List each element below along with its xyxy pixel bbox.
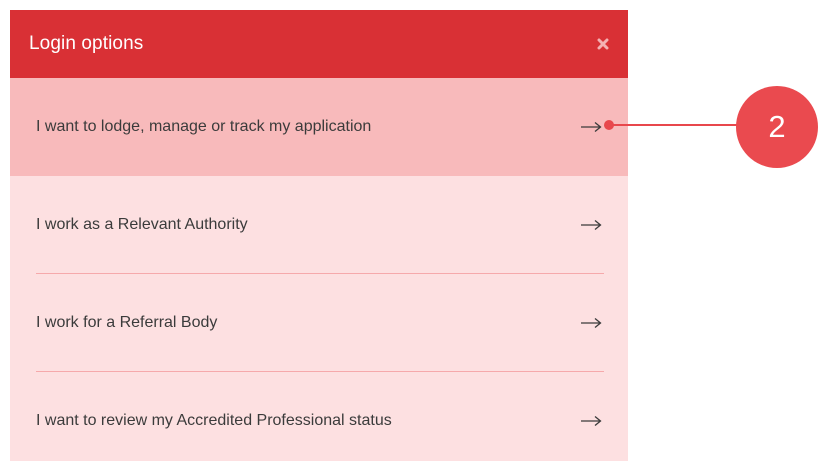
callout-dot (604, 120, 614, 130)
close-icon[interactable] (595, 36, 611, 52)
dialog-header: Login options (10, 10, 628, 78)
arrow-right-icon (581, 121, 602, 133)
option-lodge-application[interactable]: I want to lodge, manage or track my appl… (10, 78, 628, 176)
option-label: I work as a Relevant Authority (36, 215, 248, 233)
option-label: I work for a Referral Body (36, 313, 218, 331)
login-options-dialog: Login options I want to lodge, manage or… (10, 10, 628, 461)
option-label: I want to lodge, manage or track my appl… (36, 118, 372, 135)
screen: Login options I want to lodge, manage or… (0, 0, 819, 461)
arrow-right-icon (581, 317, 602, 328)
option-label: I want to review my Accredited Professio… (36, 411, 392, 429)
option-relevant-authority[interactable]: I work as a Relevant Authority (10, 176, 628, 273)
dialog-title: Login options (29, 33, 144, 54)
option-referral-body[interactable]: I work for a Referral Body (10, 274, 628, 371)
arrow-right-icon (581, 415, 602, 426)
option-accredited-professional[interactable]: I want to review my Accredited Professio… (10, 372, 628, 461)
arrow-right-icon (581, 219, 602, 230)
callout-badge: 2 (736, 86, 818, 168)
callout-line (610, 124, 740, 126)
